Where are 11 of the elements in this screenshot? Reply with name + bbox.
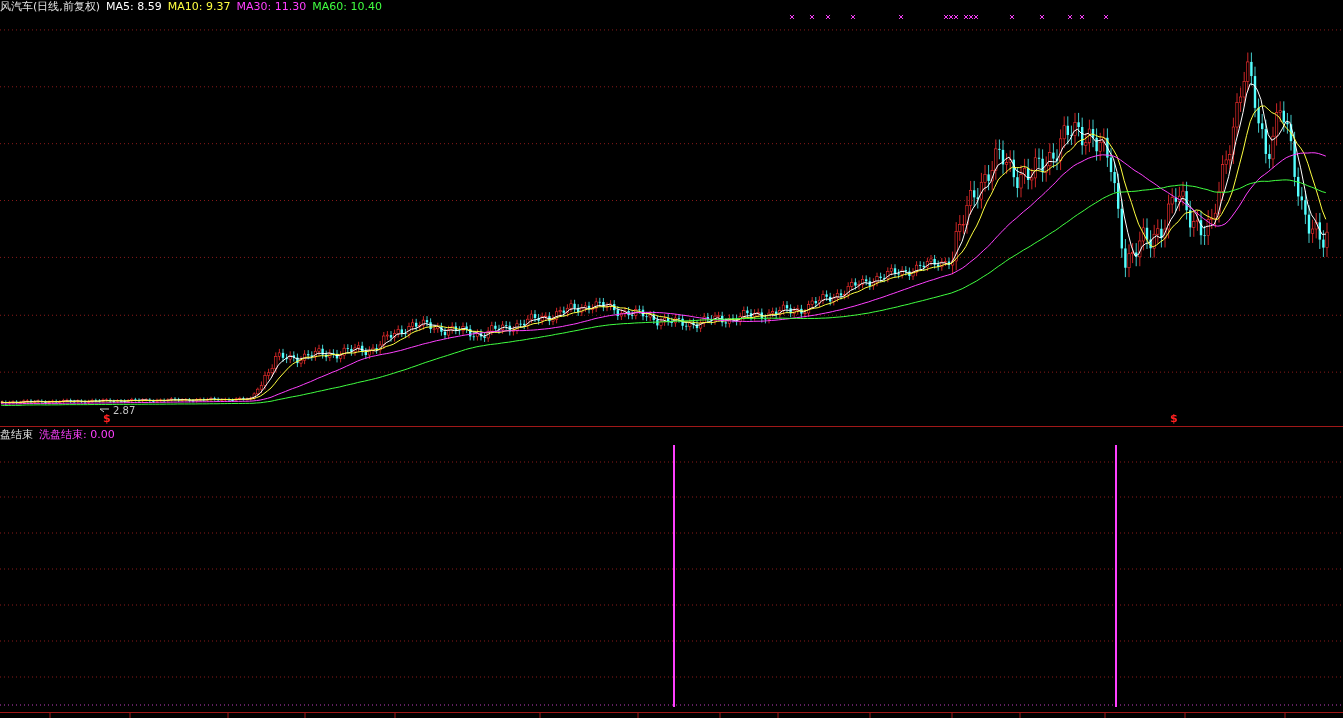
moving-average-value: MA60: 10.40: [312, 0, 382, 14]
moving-average-value: MA5: 8.59: [106, 0, 162, 14]
moving-average-value: MA30: 11.30: [236, 0, 307, 14]
arrow-icon: [100, 408, 109, 414]
indicator-value: 洗盘结束: 0.00: [39, 428, 115, 442]
signal-mark: $: [103, 413, 111, 425]
low-price-label: 2.87: [113, 405, 136, 417]
indicator-title: 盘结束: [0, 428, 33, 442]
moving-average-value: MA10: 9.37: [167, 0, 231, 14]
signal-mark: $: [1170, 413, 1178, 425]
chart-title: 风汽车(日线,前复权): [0, 0, 101, 14]
